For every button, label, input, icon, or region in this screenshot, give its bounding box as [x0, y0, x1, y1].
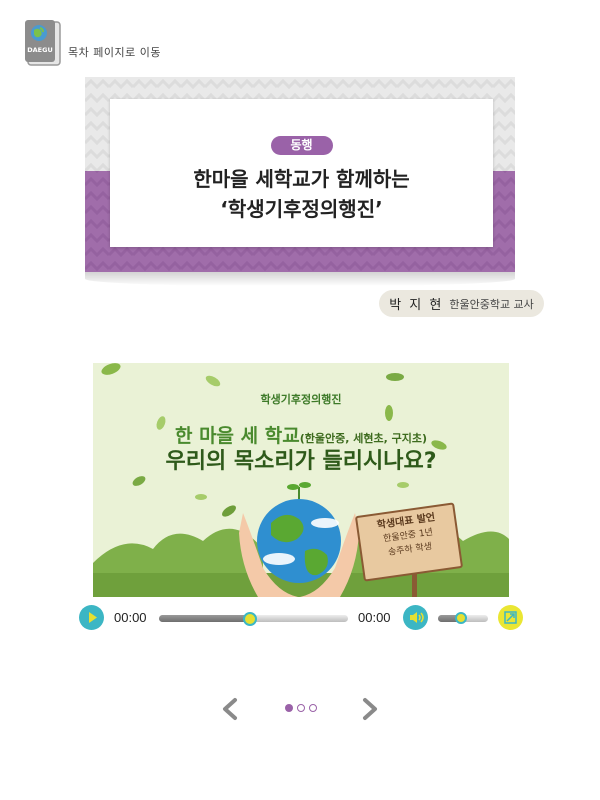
play-button[interactable]: [79, 605, 104, 630]
prev-page-button[interactable]: [220, 697, 240, 725]
author-role: 한울안중학교 교사: [449, 297, 534, 311]
chevron-left-icon: [223, 698, 237, 720]
volume-button[interactable]: [403, 605, 428, 630]
category-badge: 동행: [270, 136, 333, 155]
page-dot[interactable]: [285, 704, 293, 712]
logo-text: DAEGU: [27, 46, 52, 54]
fullscreen-button[interactable]: [498, 605, 523, 630]
speaker-icon: [410, 612, 424, 623]
volume-knob[interactable]: [454, 612, 467, 624]
duration: 00:00: [358, 610, 391, 625]
article-title-line1: 한마을 세학교가 함께하는: [193, 167, 410, 191]
play-icon: [89, 612, 97, 623]
current-time: 00:00: [114, 610, 147, 625]
author-name: 박 지 현: [389, 298, 444, 313]
toc-link[interactable]: DAEGU 목차 페이지로 이동: [24, 19, 161, 67]
seek-bar-fill: [159, 615, 250, 622]
toc-label[interactable]: 목차 페이지로 이동: [68, 44, 161, 60]
video-player[interactable]: 학생기후정의행진 한 마을 세 학교(한울안중, 세현초, 구지초) 우리의 목…: [93, 363, 509, 597]
video-controls: 00:00 00:00: [0, 603, 600, 633]
author-pill: 박 지 현 한울안중학교 교사: [379, 290, 544, 317]
banner-card: 동행 한마을 세학교가 함께하는 ‘학생기후정의행진’: [110, 99, 493, 247]
chevron-right-icon: [363, 698, 377, 720]
page-dot[interactable]: [297, 704, 305, 712]
poster-sign: 학생대표 발언 한울안중 1년 송주하 학생: [354, 502, 464, 582]
fullscreen-icon: [504, 611, 517, 624]
page-indicator: [285, 704, 317, 712]
article-title-line2: ‘학생기후정의행진’: [220, 197, 383, 221]
poster-subtitle: 학생기후정의행진: [260, 393, 342, 406]
next-page-button[interactable]: [360, 697, 380, 725]
page-dot[interactable]: [309, 704, 317, 712]
book-globe-icon: DAEGU: [24, 19, 64, 67]
poster-title-line2: 우리의 목소리가 들리시나요?: [165, 449, 437, 474]
article-title-banner: 동행 한마을 세학교가 함께하는 ‘학생기후정의행진’: [85, 77, 515, 272]
seek-knob[interactable]: [242, 612, 257, 626]
